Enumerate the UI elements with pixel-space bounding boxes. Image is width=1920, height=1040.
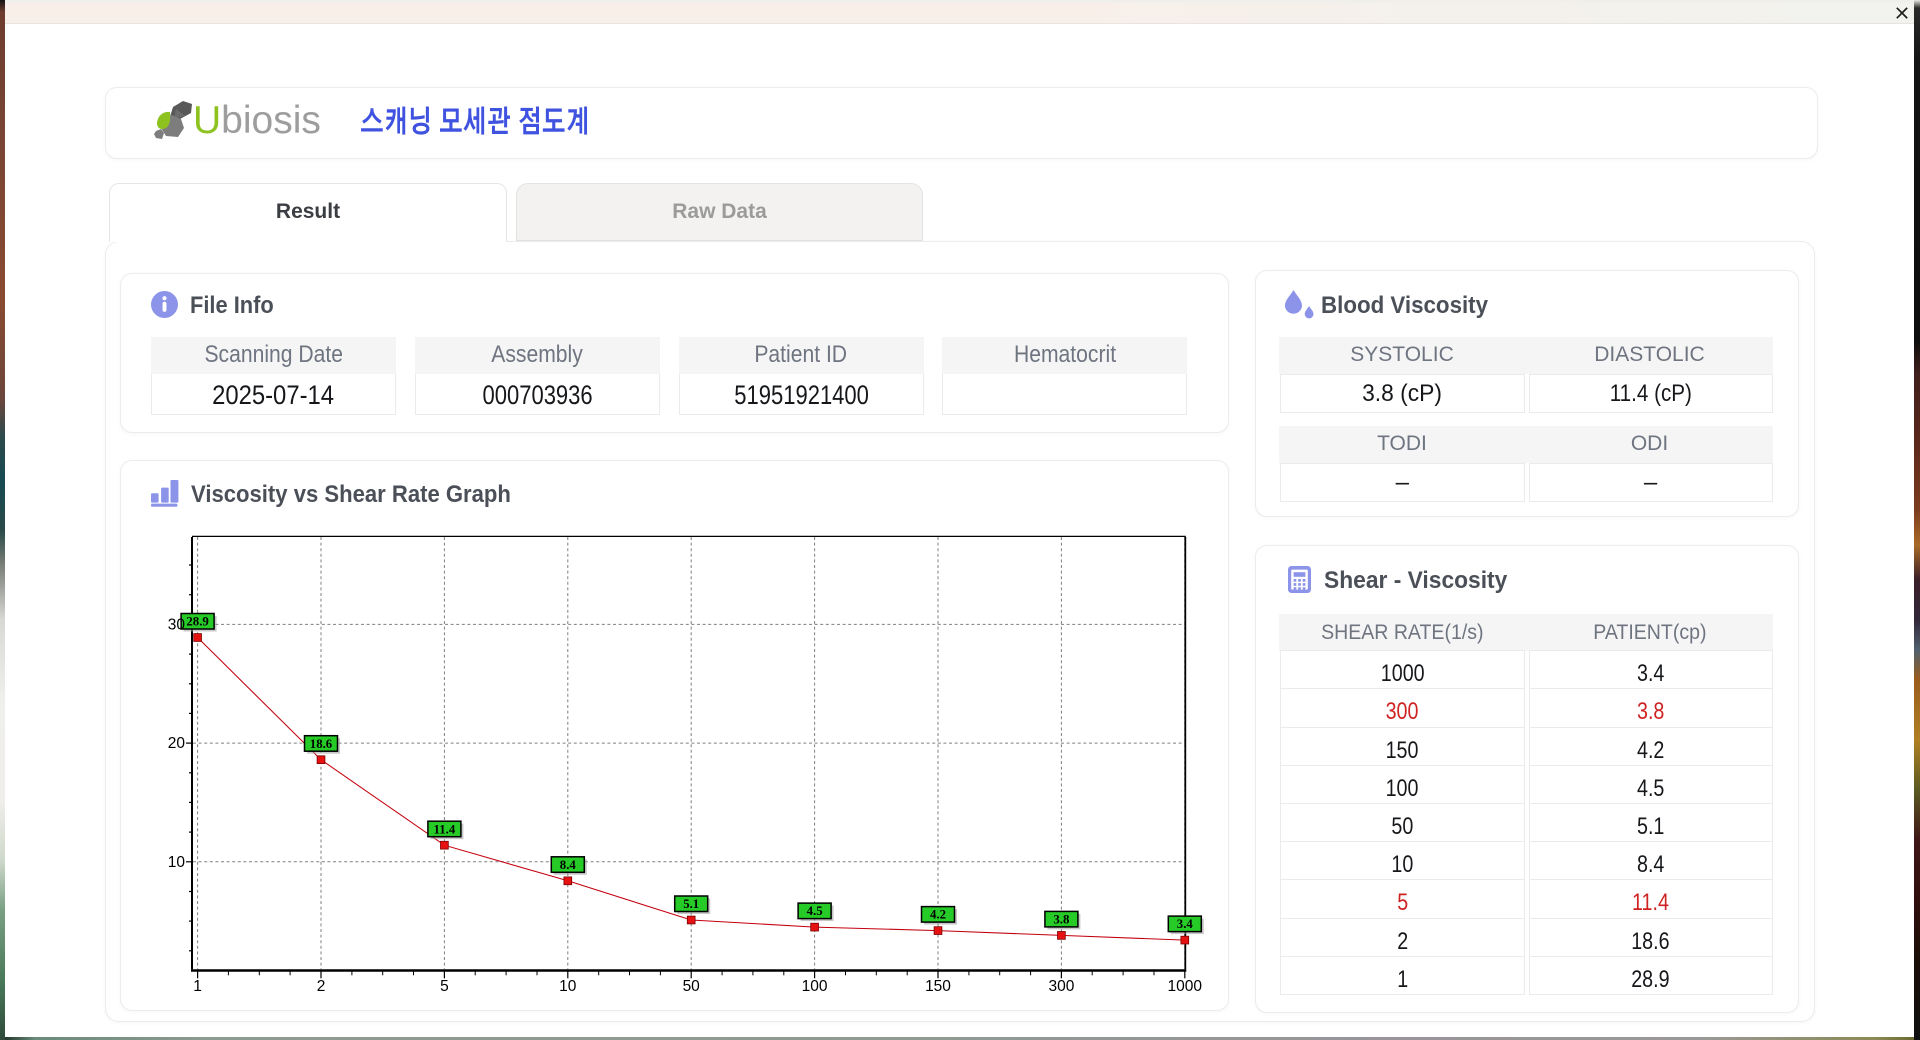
svg-text:1000: 1000 (1168, 978, 1203, 995)
svg-text:300: 300 (1048, 978, 1074, 995)
svg-text:8.4: 8.4 (560, 858, 577, 872)
svg-text:3.8: 3.8 (1053, 913, 1069, 927)
svg-text:1: 1 (193, 978, 202, 995)
svg-text:5.1: 5.1 (683, 897, 699, 911)
svg-text:20: 20 (168, 735, 186, 752)
svg-text:5: 5 (440, 978, 449, 995)
svg-text:4.5: 4.5 (807, 904, 823, 918)
svg-text:150: 150 (925, 978, 951, 995)
svg-text:30: 30 (168, 616, 186, 633)
svg-text:28.9: 28.9 (186, 615, 208, 629)
svg-text:10: 10 (168, 854, 186, 871)
svg-text:11.4: 11.4 (434, 822, 456, 836)
svg-text:10: 10 (559, 978, 577, 995)
svg-text:50: 50 (683, 978, 701, 995)
svg-text:18.6: 18.6 (310, 737, 333, 751)
svg-text:2: 2 (317, 978, 326, 995)
svg-text:100: 100 (802, 978, 828, 995)
svg-text:4.2: 4.2 (930, 908, 946, 922)
svg-text:3.4: 3.4 (1177, 917, 1194, 931)
